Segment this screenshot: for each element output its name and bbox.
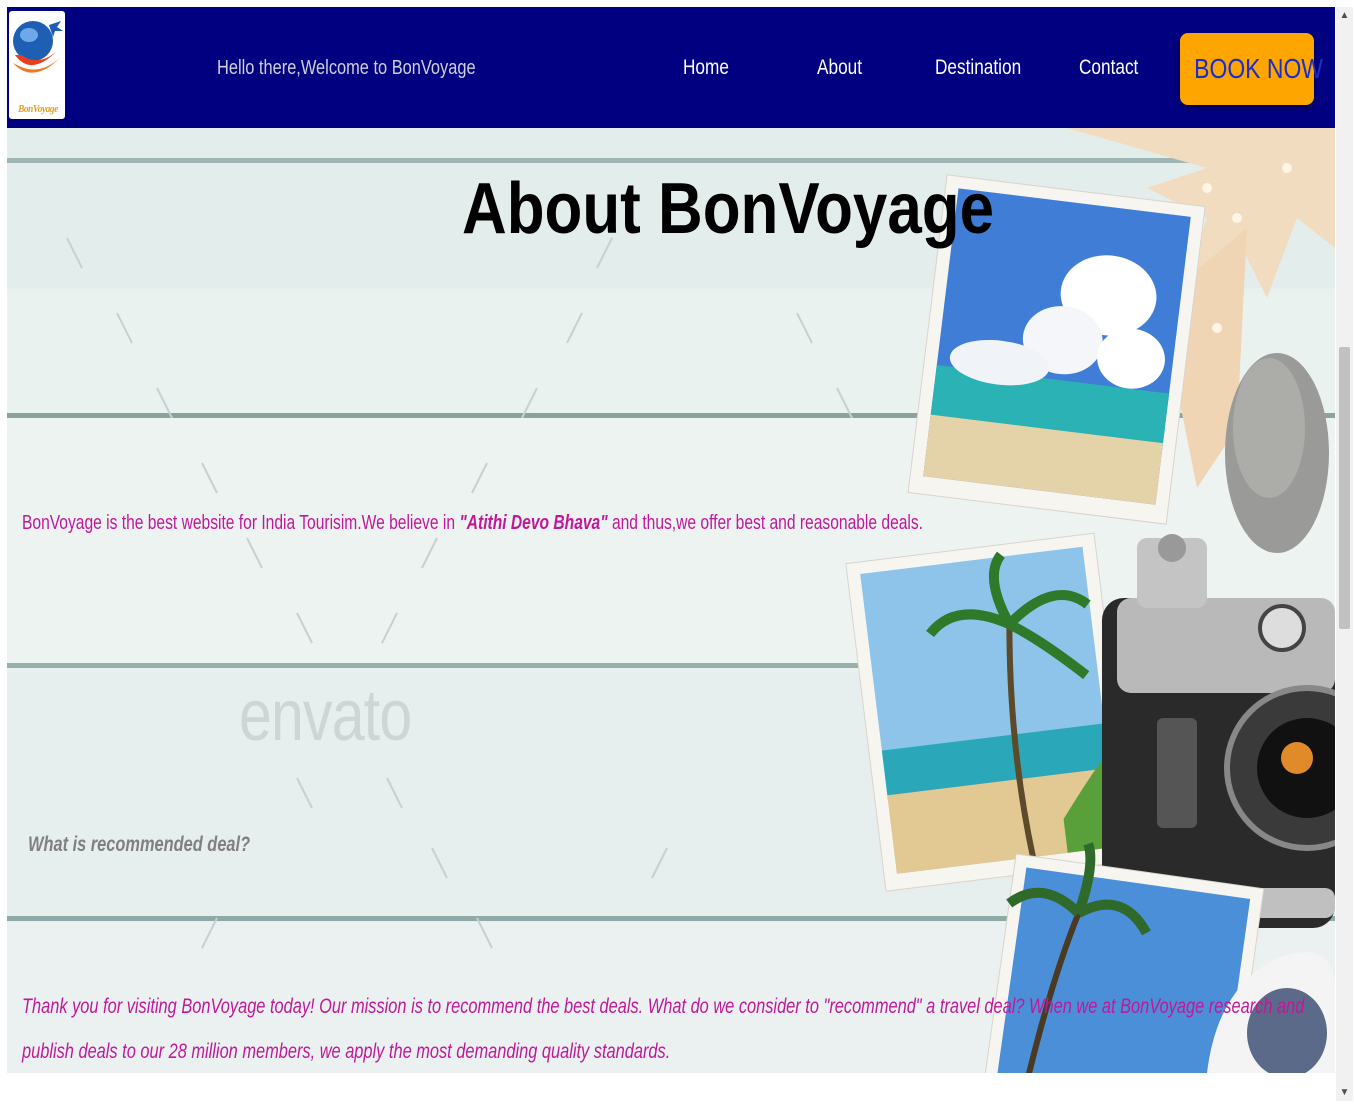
travel-decor-illustration xyxy=(66,128,1335,1073)
nav-link-about[interactable]: About xyxy=(817,56,862,80)
beach-photo-palm xyxy=(845,532,1135,892)
scroll-down-arrow-icon[interactable]: ▼ xyxy=(1336,1084,1353,1101)
bonvoyage-logo[interactable]: BonVoyage xyxy=(9,11,65,119)
scroll-up-arrow-icon[interactable]: ▲ xyxy=(1336,7,1353,24)
scrollbar-thumb[interactable] xyxy=(1339,347,1350,629)
top-navbar: BonVoyage Hello there,Welcome to BonVoya… xyxy=(7,7,1335,128)
page-bottom-strip xyxy=(7,1073,1335,1105)
intro-text-end: and thus,we offer best and reasonable de… xyxy=(607,512,924,534)
vintage-camera-image xyxy=(1102,534,1335,928)
welcome-message: Hello there,Welcome to BonVoyage xyxy=(217,57,476,79)
recommended-deal-heading: What is recommended deal? xyxy=(28,833,251,856)
page-title: About BonVoyage xyxy=(462,169,995,249)
about-hero-background: envato xyxy=(7,128,1335,1073)
vertical-scrollbar[interactable]: ▲ ▼ xyxy=(1336,7,1353,1101)
pebble-highlight xyxy=(1233,358,1305,498)
book-now-label: BOOK NOW xyxy=(1194,53,1323,84)
intro-emphasis: "Atithi Devo Bhava" xyxy=(459,512,608,534)
logo-text: BonVoyage xyxy=(18,103,58,115)
nav-link-destination[interactable]: Destination xyxy=(935,56,1021,80)
page-viewport: BonVoyage Hello there,Welcome to BonVoya… xyxy=(7,7,1335,1073)
nav-link-home[interactable]: Home xyxy=(683,56,729,80)
intro-paragraph: BonVoyage is the best website for India … xyxy=(22,512,923,535)
book-now-button[interactable]: BOOK NOW xyxy=(1180,33,1323,105)
nav-link-contact[interactable]: Contact xyxy=(1079,56,1138,80)
envato-watermark: envato xyxy=(239,676,412,756)
intro-text-start: BonVoyage is the best website for India … xyxy=(22,512,460,534)
mission-paragraph: Thank you for visiting BonVoyage today! … xyxy=(22,995,1305,1063)
